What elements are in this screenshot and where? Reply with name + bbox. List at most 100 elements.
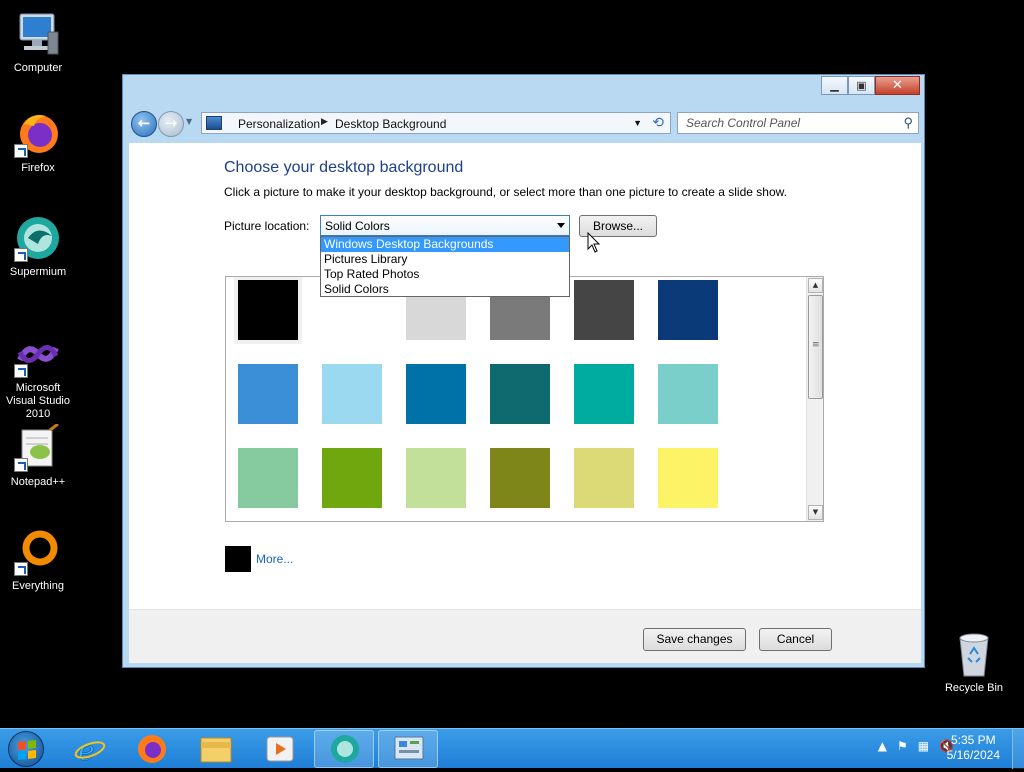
- more-color-swatch[interactable]: [225, 546, 251, 572]
- search-icon[interactable]: ⚲: [903, 115, 913, 131]
- maximize-button[interactable]: ▣: [848, 76, 875, 95]
- color-swatch[interactable]: [238, 280, 298, 340]
- desktop-icon-label: Microsoft Visual Studio 2010: [5, 382, 70, 420]
- control-panel-icon: [394, 736, 424, 760]
- color-swatch-grid: [238, 280, 718, 508]
- scroll-down-button[interactable]: ▼: [808, 505, 823, 520]
- dropdown-option-solid-colors[interactable]: Solid Colors: [321, 282, 569, 297]
- breadcrumb-desktop-background[interactable]: Desktop Background: [335, 117, 446, 131]
- page-title: Choose your desktop background: [224, 159, 464, 176]
- color-swatch[interactable]: [574, 280, 634, 340]
- mouse-cursor-icon: [587, 232, 601, 253]
- internet-explorer-icon: e: [74, 734, 106, 767]
- color-swatch[interactable]: [658, 364, 718, 424]
- action-center-flag-icon[interactable]: ⚑: [897, 739, 908, 753]
- address-dropdown-icon[interactable]: ▼: [633, 118, 642, 128]
- color-swatch-pane: ▲ ▼: [225, 276, 824, 522]
- desktop-icon-label: Computer: [13, 62, 63, 74]
- scroll-thumb[interactable]: [808, 295, 823, 399]
- more-colors-link[interactable]: More...: [256, 552, 293, 566]
- everything-icon: [14, 528, 62, 576]
- content-pane: Choose your desktop background Click a p…: [129, 143, 921, 609]
- vertical-scrollbar[interactable]: ▲ ▼: [806, 277, 823, 521]
- picture-location-value: Solid Colors: [325, 219, 390, 233]
- show-hidden-icons-icon[interactable]: ▲: [878, 739, 887, 753]
- dropdown-option-pictures-library[interactable]: Pictures Library: [321, 252, 569, 267]
- desktop: Computer Firefox Supermium Microsoft Vis…: [0, 0, 1024, 728]
- page-description: Click a picture to make it your desktop …: [224, 185, 787, 199]
- dropdown-option-top-rated-photos[interactable]: Top Rated Photos: [321, 267, 569, 282]
- chevron-down-icon[interactable]: [557, 223, 565, 228]
- desktop-icon-label: Everything: [12, 580, 64, 592]
- desktop-icon-firefox[interactable]: Firefox: [0, 110, 76, 175]
- start-button[interactable]: [8, 731, 44, 767]
- back-button[interactable]: ←: [131, 111, 157, 137]
- refresh-icon[interactable]: ⟲: [652, 114, 664, 131]
- clock[interactable]: 5:35 PM 5/16/2024: [947, 733, 1000, 763]
- close-button[interactable]: ✕: [875, 76, 920, 95]
- search-placeholder: Search Control Panel: [686, 116, 801, 130]
- taskbar-firefox[interactable]: [122, 730, 182, 768]
- color-swatch[interactable]: [490, 364, 550, 424]
- taskbar-control-panel[interactable]: [378, 730, 438, 768]
- windows-logo-icon: [18, 740, 36, 760]
- desktop-icon-supermium[interactable]: Supermium: [0, 214, 76, 279]
- picture-location-label: Picture location:: [224, 219, 310, 233]
- supermium-icon: [14, 214, 62, 262]
- color-swatch[interactable]: [406, 448, 466, 508]
- scroll-up-button[interactable]: ▲: [808, 278, 823, 293]
- recent-pages-dropdown[interactable]: ▼: [186, 117, 192, 126]
- desktop-background-window: ▁ ▣ ✕ ← → ▼ Personalization ▶ Desktop Ba…: [122, 74, 925, 668]
- window-footer: Save changes Cancel: [129, 609, 921, 663]
- desktop-icon-recycle-bin[interactable]: Recycle Bin: [936, 630, 1012, 695]
- cancel-button[interactable]: Cancel: [759, 628, 832, 651]
- dropdown-option-windows-desktop-backgrounds[interactable]: Windows Desktop Backgrounds: [321, 237, 569, 252]
- taskbar-supermium[interactable]: [314, 730, 374, 768]
- desktop-icon-visual-studio[interactable]: Microsoft Visual Studio 2010: [0, 330, 76, 421]
- taskbar-internet-explorer[interactable]: e: [60, 730, 120, 768]
- recycle-bin-icon: [950, 630, 998, 678]
- show-desktop-button[interactable]: [1012, 729, 1024, 769]
- caption-buttons: ▁ ▣ ✕: [821, 76, 920, 95]
- network-icon[interactable]: ▦: [918, 739, 929, 753]
- color-swatch[interactable]: [238, 448, 298, 508]
- desktop-icon-label: Firefox: [21, 162, 55, 174]
- desktop-icon-label: Recycle Bin: [944, 682, 1004, 694]
- taskbar-file-explorer[interactable]: [186, 730, 246, 768]
- shortcut-arrow-icon: [14, 364, 28, 378]
- color-swatch[interactable]: [658, 280, 718, 340]
- save-changes-button[interactable]: Save changes: [643, 628, 746, 651]
- shortcut-arrow-icon: [14, 144, 28, 158]
- desktop-icon-notepadpp[interactable]: Notepad++: [0, 422, 76, 489]
- breadcrumb-personalization[interactable]: Personalization: [238, 117, 320, 131]
- control-panel-icon: [206, 116, 222, 130]
- minimize-button[interactable]: ▁: [821, 76, 848, 95]
- color-swatch[interactable]: [490, 448, 550, 508]
- media-player-icon: [266, 736, 294, 762]
- desktop-icon-computer[interactable]: Computer: [0, 10, 76, 75]
- taskbar-media-player[interactable]: [250, 730, 310, 768]
- window-titlebar[interactable]: ▁ ▣ ✕: [123, 75, 924, 103]
- color-swatch[interactable]: [322, 364, 382, 424]
- taskbar: e ▲ ⚑ ▦ 🔇 5:35 PM 5/16/2024: [0, 728, 1024, 769]
- picture-location-select[interactable]: Solid Colors: [320, 215, 570, 236]
- visual-studio-icon: [14, 330, 62, 378]
- search-input[interactable]: Search Control Panel ⚲: [677, 112, 919, 134]
- computer-icon: [14, 10, 62, 58]
- color-swatch[interactable]: [658, 448, 718, 508]
- color-swatch[interactable]: [238, 364, 298, 424]
- firefox-icon: [138, 735, 166, 763]
- breadcrumb-separator[interactable]: ▶: [321, 116, 328, 127]
- system-tray: ▲ ⚑ ▦ 🔇: [878, 739, 954, 753]
- address-field[interactable]: Personalization ▶ Desktop Background ▼ ⟲: [201, 112, 671, 134]
- clock-date: 5/16/2024: [946, 748, 1000, 762]
- forward-button[interactable]: →: [158, 111, 184, 137]
- color-swatch[interactable]: [574, 448, 634, 508]
- color-swatch[interactable]: [406, 364, 466, 424]
- desktop-icon-everything[interactable]: Everything: [0, 528, 76, 593]
- supermium-icon: [331, 735, 359, 763]
- file-explorer-icon: [200, 737, 232, 763]
- color-swatch[interactable]: [574, 364, 634, 424]
- color-swatch[interactable]: [322, 448, 382, 508]
- svg-text:e: e: [78, 734, 95, 767]
